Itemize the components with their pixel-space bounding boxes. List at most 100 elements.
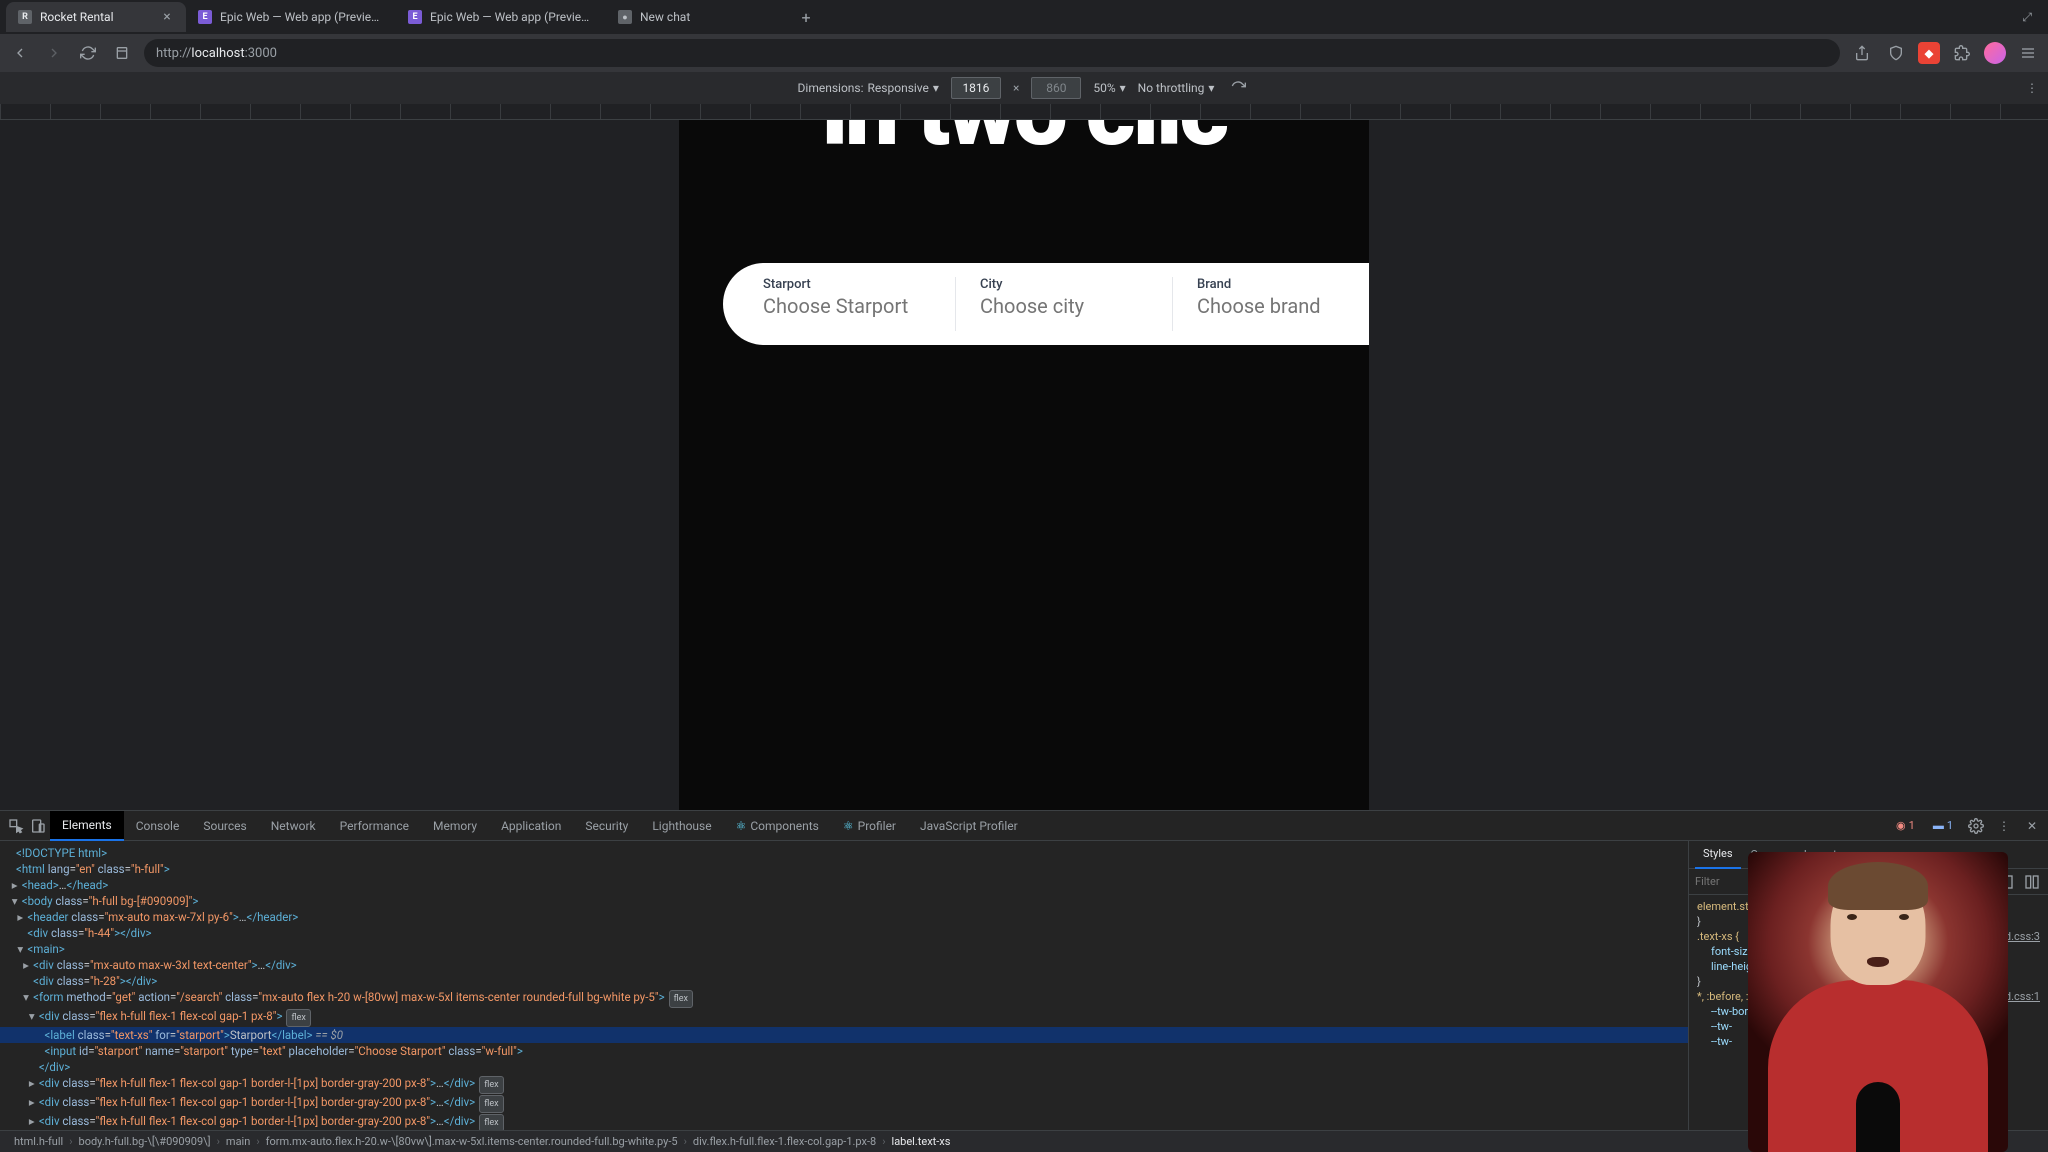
rotate-icon[interactable] <box>1226 76 1250 100</box>
device-menu-icon[interactable]: ⋮ <box>2026 81 2038 95</box>
url-host: localhost <box>191 46 244 61</box>
throttle-dropdown[interactable]: No throttling ▾ <box>1138 81 1215 95</box>
dom-node[interactable]: ▾<form method="get" action="/search" cla… <box>0 989 1688 1008</box>
dom-node[interactable]: <input id="starport" name="starport" typ… <box>0 1043 1688 1059</box>
breadcrumb-item[interactable]: main <box>220 1135 256 1148</box>
url-bar[interactable]: http://localhost:3000 <box>144 39 1840 67</box>
zoom-value: 50% <box>1093 81 1115 95</box>
dom-node[interactable]: ▾<body class="h-full bg-[#090909]"> <box>0 893 1688 909</box>
device-toggle-icon[interactable] <box>28 816 48 836</box>
dom-node[interactable]: <!DOCTYPE html> <box>0 845 1688 861</box>
dom-node[interactable]: <label class="text-xs" for="starport">St… <box>0 1027 1688 1043</box>
extensions-icon[interactable] <box>1950 41 1974 65</box>
layout-icon[interactable] <box>2022 872 2042 892</box>
dom-node[interactable]: ▸<head>…</head> <box>0 877 1688 893</box>
share-icon[interactable] <box>1850 41 1874 65</box>
devtools-tab-javascript-profiler[interactable]: JavaScript Profiler <box>908 811 1030 841</box>
dom-node[interactable]: <div class="h-28"></div> <box>0 973 1688 989</box>
inspect-icon[interactable] <box>6 816 26 836</box>
devtools-tab-sources[interactable]: Sources <box>191 811 258 841</box>
breadcrumb-item[interactable]: html.h-full <box>8 1135 69 1148</box>
devtools-tab-application[interactable]: Application <box>489 811 573 841</box>
breadcrumb-item[interactable]: body.h-full.bg-\[\#090909\] <box>73 1135 217 1148</box>
info-badge[interactable]: ▬ 1 <box>1928 818 1958 833</box>
segment-label: Starport <box>763 277 931 292</box>
browser-menu-icon[interactable] <box>2016 41 2040 65</box>
dom-node[interactable]: ▾<main> <box>0 941 1688 957</box>
toolbar-extensions: ◆ <box>1850 41 2040 65</box>
close-icon[interactable]: × <box>160 10 174 24</box>
devtools-panel: ElementsConsoleSourcesNetworkPerformance… <box>0 810 2048 1152</box>
more-icon[interactable]: ⋮ <box>1994 816 2014 836</box>
forward-button[interactable] <box>42 41 66 65</box>
dom-node[interactable]: ▸<header class="mx-auto max-w-7xl py-6">… <box>0 909 1688 925</box>
dom-node[interactable]: ▾<div class="flex h-full flex-1 flex-col… <box>0 1008 1688 1027</box>
browser-tab[interactable]: RRocket Rental× <box>6 2 186 32</box>
devtools-tab-elements[interactable]: Elements <box>50 811 124 841</box>
dimensions-dropdown[interactable]: Dimensions: Responsive ▾ <box>798 81 939 95</box>
dom-node[interactable]: ▸<div class="mx-auto max-w-3xl text-cent… <box>0 957 1688 973</box>
window-expand-icon[interactable]: ⤢ <box>2022 10 2042 25</box>
devtools-tab-network[interactable]: Network <box>259 811 328 841</box>
devtools-tab-profiler[interactable]: ⚛ Profiler <box>831 811 908 841</box>
browser-tab[interactable]: ● New chat <box>606 2 786 32</box>
tab-title: Epic Web — Web app (Preview file) <box>430 10 594 24</box>
devtools-tabs: ElementsConsoleSourcesNetworkPerformance… <box>0 811 2048 841</box>
dom-node[interactable]: ▸<div class="flex h-full flex-1 flex-col… <box>0 1113 1688 1130</box>
settings-icon[interactable] <box>1966 816 1986 836</box>
profile-avatar[interactable] <box>1984 42 2006 64</box>
device-frame[interactable]: in two clic Starport City Brand ═══ <box>679 120 1369 810</box>
tab-strip: RRocket Rental×EEpic Web — Web app (Prev… <box>0 0 2048 34</box>
devtools-tab-console[interactable]: Console <box>124 811 192 841</box>
devtools-tab-lighthouse[interactable]: Lighthouse <box>640 811 723 841</box>
url-prefix: http:// <box>156 46 191 61</box>
chevron-down-icon: ▾ <box>1120 81 1126 95</box>
back-button[interactable] <box>8 41 32 65</box>
dom-node[interactable]: <div class="h-44"></div> <box>0 925 1688 941</box>
dom-node[interactable]: </div> <box>0 1059 1688 1075</box>
breadcrumb-item[interactable]: label.text-xs <box>886 1135 957 1148</box>
extension-icon-1[interactable]: ◆ <box>1918 42 1940 64</box>
devtools-tab-performance[interactable]: Performance <box>328 811 421 841</box>
segment-label: Brand <box>1197 277 1365 292</box>
reload-button[interactable] <box>76 41 100 65</box>
dimensions-label: Dimensions: <box>798 81 864 95</box>
breadcrumb-item[interactable]: div.flex.h-full.flex-1.flex-col.gap-1.px… <box>687 1135 882 1148</box>
new-tab-button[interactable]: + <box>792 3 820 31</box>
tab-styles[interactable]: Styles <box>1695 841 1741 869</box>
devtools-tab-components[interactable]: ⚛ Components <box>724 811 831 841</box>
search-segment-city[interactable]: City <box>955 277 1172 331</box>
browser-tab[interactable]: EEpic Web — Web app (Preview file) <box>186 2 396 32</box>
zoom-dropdown[interactable]: 50% ▾ <box>1093 81 1125 95</box>
search-form: Starport City Brand <box>723 263 1369 345</box>
breadcrumb-item[interactable]: form.mx-auto.flex.h-20.w-\[80vw\].max-w-… <box>260 1135 684 1148</box>
height-input[interactable] <box>1031 77 1081 99</box>
dom-node[interactable]: <html lang="en" class="h-full"> <box>0 861 1688 877</box>
webcam-overlay <box>1748 852 2008 1152</box>
dom-node[interactable]: ▸<div class="flex h-full flex-1 flex-col… <box>0 1094 1688 1113</box>
devtools-tab-security[interactable]: Security <box>573 811 640 841</box>
search-segment-starport[interactable]: Starport <box>755 277 955 331</box>
dom-tree[interactable]: <!DOCTYPE html> <html lang="en" class="h… <box>0 841 1688 1130</box>
devtools-tab-memory[interactable]: Memory <box>421 811 489 841</box>
city-input[interactable] <box>980 294 1148 318</box>
drag-handle-icon[interactable]: ═══ <box>1010 809 1037 810</box>
browser-tab[interactable]: EEpic Web — Web app (Preview file) <box>396 2 606 32</box>
chevron-down-icon: ▾ <box>933 81 939 95</box>
brand-input[interactable] <box>1197 294 1365 318</box>
shield-icon[interactable] <box>1884 41 1908 65</box>
starport-input[interactable] <box>763 294 931 318</box>
tab-title: New chat <box>640 10 774 24</box>
close-icon[interactable]: ✕ <box>2022 816 2042 836</box>
dom-breadcrumb: html.h-full›body.h-full.bg-\[\#090909\]›… <box>0 1130 2048 1152</box>
viewport-area: in two clic Starport City Brand ═══ ║ ⋰ <box>0 120 2048 810</box>
browser-toolbar: http://localhost:3000 ◆ <box>0 34 2048 72</box>
dimensions-mode: Responsive <box>868 81 929 95</box>
search-segment-brand[interactable]: Brand <box>1172 277 1369 331</box>
home-button[interactable] <box>110 41 134 65</box>
dom-node[interactable]: ▸<div class="flex h-full flex-1 flex-col… <box>0 1075 1688 1094</box>
throttle-value: No throttling <box>1138 81 1205 95</box>
error-badge[interactable]: ◉ 1 <box>1891 818 1920 833</box>
tab-favicon: ● <box>618 10 632 24</box>
width-input[interactable] <box>951 77 1001 99</box>
